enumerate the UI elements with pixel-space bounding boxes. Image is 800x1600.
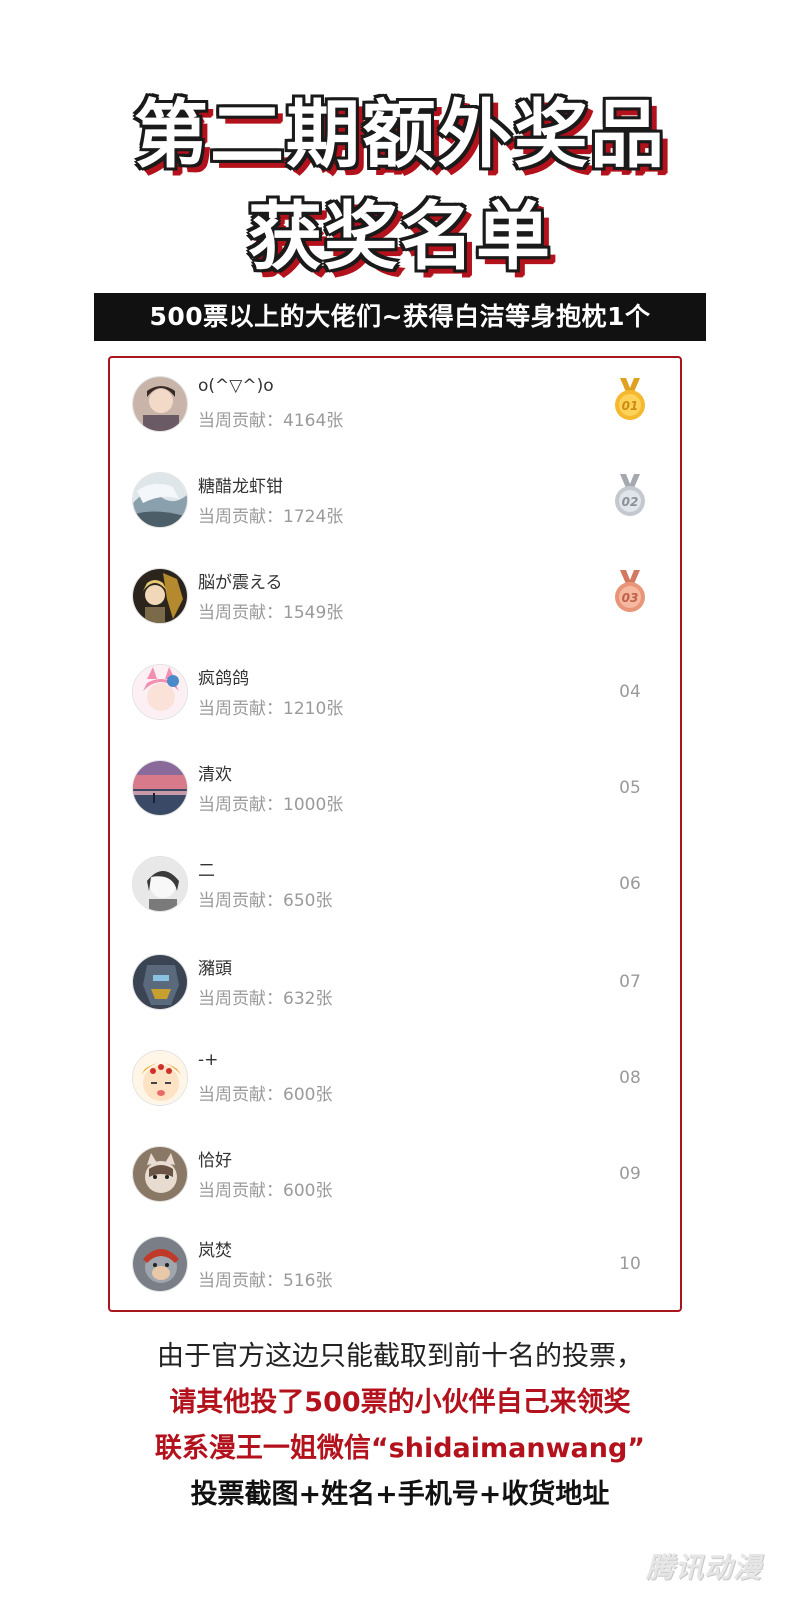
footer-wechat-contact: 联系漫王一姐微信“shidaimanwang” — [154, 1433, 646, 1464]
rank-number: 10 — [619, 1254, 641, 1274]
contribution-text: 当周贡献：600张 — [198, 1176, 332, 1201]
user-name: 瀦頭 — [198, 959, 232, 979]
contribution-count: 600张 — [283, 1181, 333, 1201]
rank-number: 09 — [619, 1164, 641, 1184]
contribution-label: 当周贡献： — [198, 1181, 283, 1201]
user-name: 二 — [198, 861, 215, 881]
ranking-row[interactable]: 瀦頭 当周贡献：632张 07 — [110, 936, 680, 1032]
user-name: 疯鸽鸽 — [198, 669, 249, 689]
rank-number: 04 — [619, 682, 641, 702]
ranking-row[interactable]: 脳が震える 当周贡献：1549张 03 — [110, 550, 680, 646]
ranking-row[interactable]: 恰好 当周贡献：600张 09 — [110, 1128, 680, 1224]
user-name: 脳が震える — [198, 573, 283, 593]
contribution-label: 当周贡献： — [198, 411, 283, 431]
contribution-text: 当周贡献：4164张 — [198, 406, 343, 431]
rank-number: 02 — [622, 495, 639, 509]
rank-number: 03 — [622, 591, 639, 605]
contribution-text: 当周贡献：650张 — [198, 886, 332, 911]
contribution-label: 当周贡献： — [198, 1271, 283, 1291]
page-title-line2: 获奖名单 — [248, 194, 552, 280]
ranking-row[interactable]: o(^▽^)o 当周贡献：4164张 01 — [110, 358, 680, 454]
ranking-row[interactable]: 岚焚 当周贡献：516张 10 — [110, 1218, 680, 1314]
gold-medal-icon: 01 — [612, 378, 648, 422]
ranking-row[interactable]: 疯鸽鸽 当周贡献：1210张 04 — [110, 646, 680, 742]
contribution-count: 632张 — [283, 989, 333, 1009]
contribution-count: 600张 — [283, 1085, 333, 1105]
contribution-text: 当周贡献：1000张 — [198, 790, 343, 815]
contribution-count: 1000张 — [283, 795, 344, 815]
ranking-row[interactable]: 糖醋龙虾钳 当周贡献：1724张 02 — [110, 454, 680, 550]
avatar[interactable] — [132, 568, 188, 624]
contribution-text: 当周贡献：600张 — [198, 1080, 332, 1105]
avatar[interactable] — [132, 954, 188, 1010]
silver-medal-icon: 02 — [612, 474, 648, 518]
contribution-count: 1210张 — [283, 699, 344, 719]
avatar[interactable] — [132, 1236, 188, 1292]
user-name: -+ — [198, 1050, 219, 1070]
avatar[interactable] — [132, 664, 188, 720]
rank-number: 06 — [619, 874, 641, 894]
avatar[interactable] — [132, 376, 188, 432]
ranking-row[interactable]: -+ 当周贡献：600张 08 — [110, 1032, 680, 1128]
contribution-label: 当周贡献： — [198, 699, 283, 719]
ranking-list: o(^▽^)o 当周贡献：4164张 01 糖醋龙虾钳 当周贡献：1724张 0… — [108, 356, 682, 1312]
avatar[interactable] — [132, 760, 188, 816]
avatar[interactable] — [132, 472, 188, 528]
contribution-label: 当周贡献： — [198, 891, 283, 911]
ranking-row[interactable]: 二 当周贡献：650张 06 — [110, 838, 680, 934]
rank-number: 08 — [619, 1068, 641, 1088]
contribution-label: 当周贡献： — [198, 603, 283, 623]
contribution-count: 1724张 — [283, 507, 344, 527]
contribution-count: 516张 — [283, 1271, 333, 1291]
prize-banner: 500票以上的大佬们~获得白洁等身抱枕1个 — [94, 293, 706, 341]
contribution-label: 当周贡献： — [198, 507, 283, 527]
footer-claim-prompt: 请其他投了500票的小伙伴自己来领奖 — [169, 1387, 631, 1418]
user-name: 糖醋龙虾钳 — [198, 477, 283, 497]
contribution-count: 4164张 — [283, 411, 344, 431]
user-name: 岚焚 — [198, 1241, 232, 1261]
contribution-count: 1549张 — [283, 603, 344, 623]
avatar[interactable] — [132, 1146, 188, 1202]
contribution-label: 当周贡献： — [198, 795, 283, 815]
contribution-label: 当周贡献： — [198, 1085, 283, 1105]
contribution-text: 当周贡献：516张 — [198, 1266, 332, 1291]
user-name: o(^▽^)o — [198, 376, 274, 396]
contribution-text: 当周贡献：632张 — [198, 984, 332, 1009]
ranking-row[interactable]: 清欢 当周贡献：1000张 05 — [110, 742, 680, 838]
footer-requirements: 投票截图+姓名+手机号+收货地址 — [190, 1479, 610, 1510]
rank-number: 07 — [619, 972, 641, 992]
contribution-count: 650张 — [283, 891, 333, 911]
rank-number: 05 — [619, 778, 641, 798]
avatar[interactable] — [132, 1050, 188, 1106]
user-name: 恰好 — [198, 1151, 232, 1171]
user-name: 清欢 — [198, 765, 232, 785]
watermark-logo: 腾讯动漫 — [645, 1551, 762, 1584]
contribution-label: 当周贡献： — [198, 989, 283, 1009]
footer-note: 由于官方这边只能截取到前十名的投票， — [157, 1341, 643, 1372]
page-title-line1: 第二期额外奖品 — [134, 92, 666, 178]
contribution-text: 当周贡献：1210张 — [198, 694, 343, 719]
contribution-text: 当周贡献：1724张 — [198, 502, 343, 527]
contribution-text: 当周贡献：1549张 — [198, 598, 343, 623]
bronze-medal-icon: 03 — [612, 570, 648, 614]
rank-number: 01 — [622, 399, 639, 413]
avatar[interactable] — [132, 856, 188, 912]
